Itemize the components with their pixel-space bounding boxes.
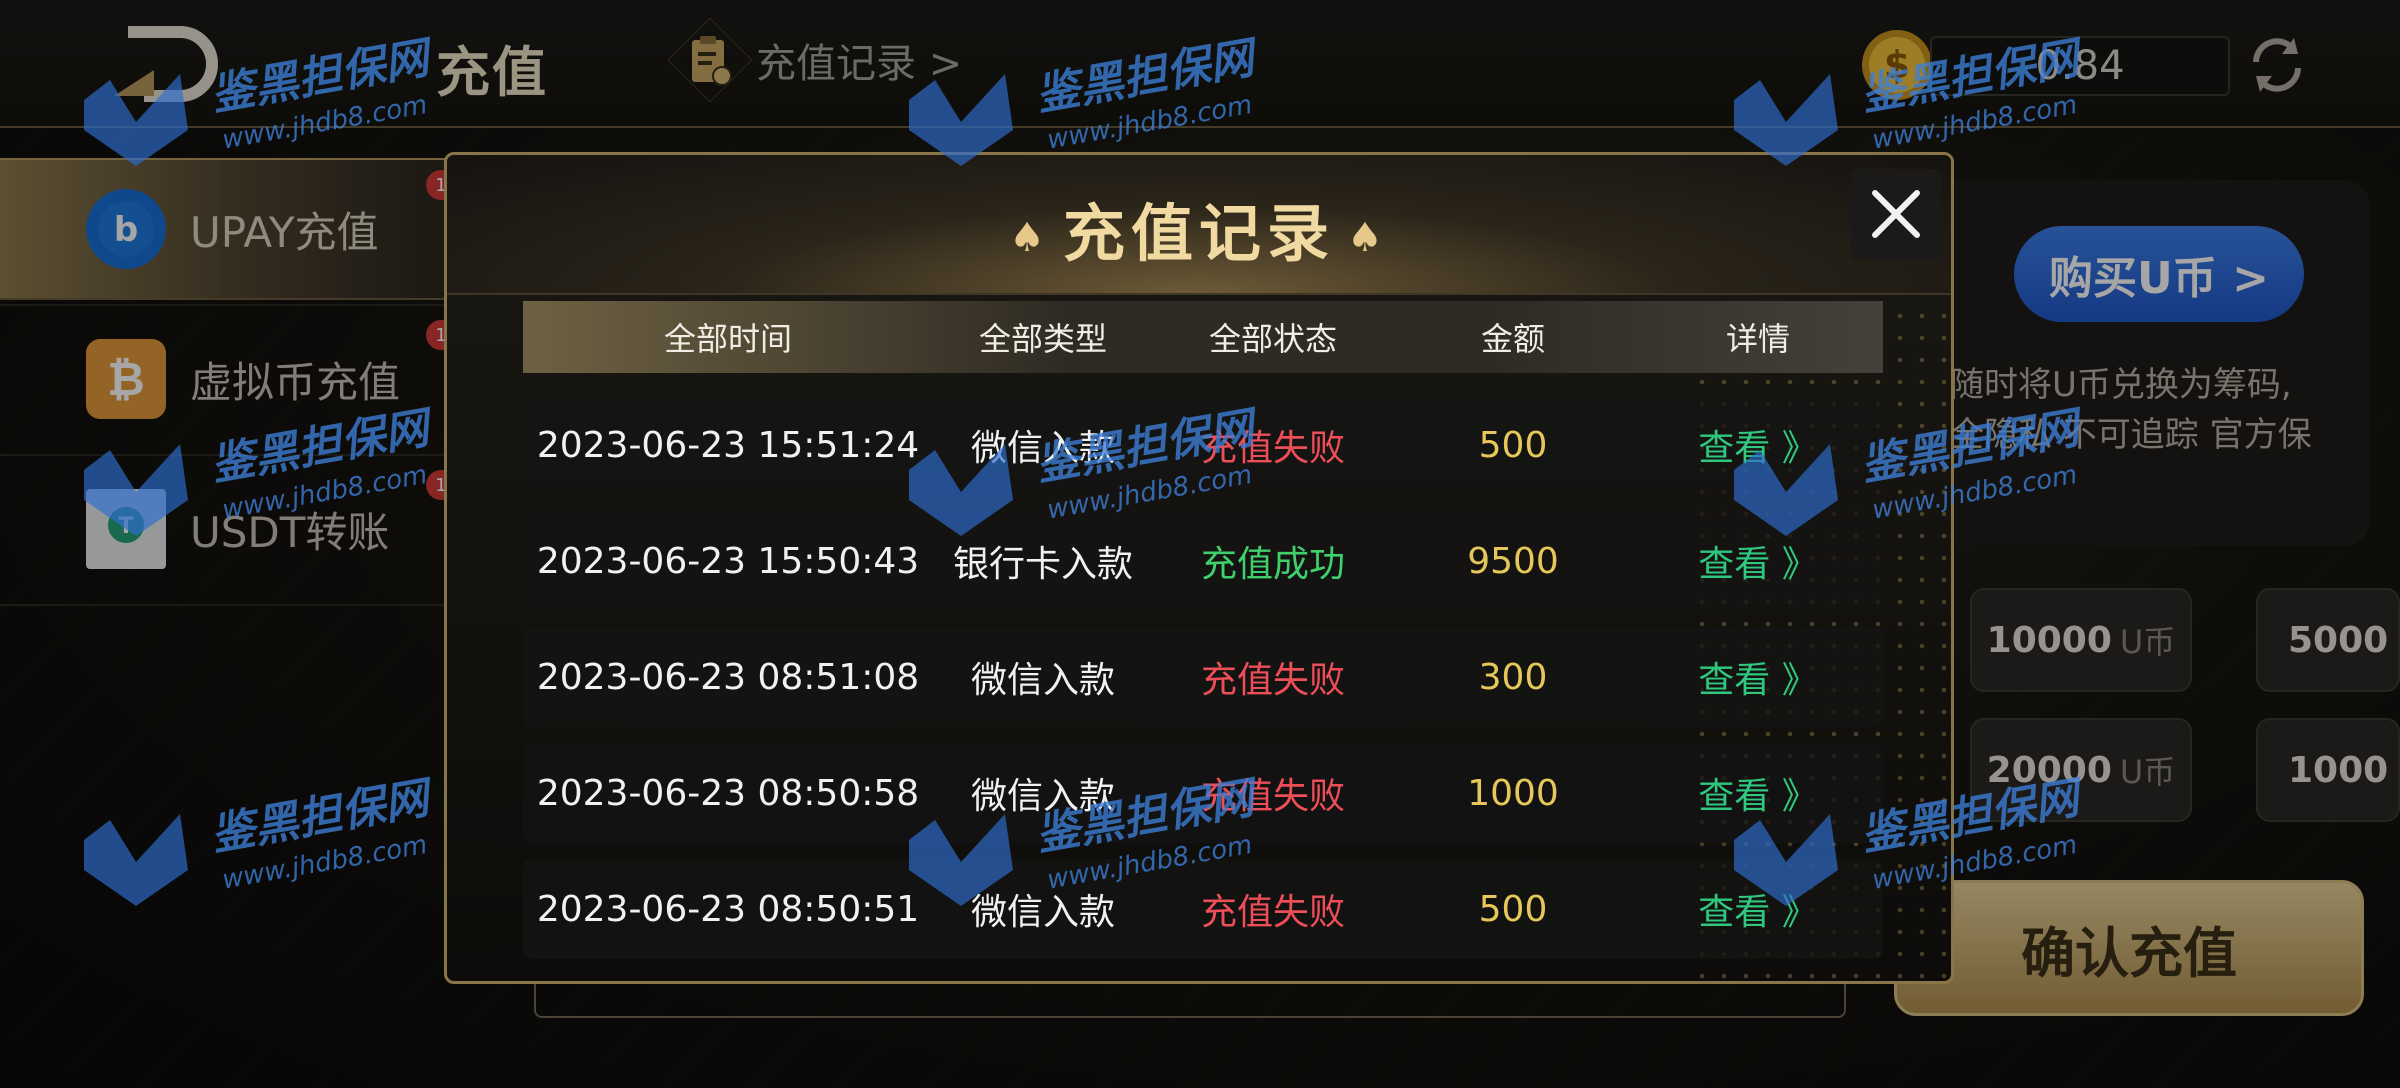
filter-status[interactable]: 全部状态 <box>1153 301 1393 373</box>
modal-title-text: 充值记录 <box>1062 197 1335 270</box>
view-detail-link[interactable]: 查看 》 <box>1633 743 1883 843</box>
view-detail-link[interactable]: 查看 》 <box>1633 859 1883 959</box>
record-time: 2023-06-23 08:50:58 <box>536 772 920 814</box>
modal-title: ♠ 充值记录 ♠ <box>447 183 1951 273</box>
record-status: 充值失败 <box>1200 428 1345 469</box>
view-detail-link[interactable]: 查看 》 <box>1633 627 1883 727</box>
column-detail: 详情 <box>1725 320 1790 358</box>
spade-icon: ♠ <box>1347 214 1389 261</box>
view-detail-link[interactable]: 查看 》 <box>1633 511 1883 611</box>
record-status: 充值成功 <box>1200 544 1345 585</box>
table-header: 全部时间 全部类型 全部状态 金额 详情 <box>523 301 1883 373</box>
recharge-record-modal: ♠ 充值记录 ♠ 全部时间 全部类型 全部状态 金额 详情 2023-06-23 1… <box>444 152 1954 984</box>
record-type: 微信入款 <box>970 428 1115 469</box>
record-status: 充值失败 <box>1200 660 1345 701</box>
table-row: 2023-06-23 08:50:58 微信入款 充值失败 1000 查看 》 <box>523 743 1883 843</box>
record-time: 2023-06-23 15:51:24 <box>536 424 920 466</box>
record-type: 微信入款 <box>970 660 1115 701</box>
table-row: 2023-06-23 15:50:43 银行卡入款 充值成功 9500 查看 》 <box>523 511 1883 611</box>
modal-header: ♠ 充值记录 ♠ <box>447 155 1951 295</box>
view-detail-link[interactable]: 查看 》 <box>1633 395 1883 495</box>
close-icon <box>1872 190 1920 238</box>
record-time: 2023-06-23 15:50:43 <box>536 540 920 582</box>
table-row: 2023-06-23 15:51:24 微信入款 充值失败 500 查看 》 <box>523 395 1883 495</box>
record-time: 2023-06-23 08:50:51 <box>536 888 920 930</box>
record-time: 2023-06-23 08:51:08 <box>536 656 920 698</box>
table-row: 2023-06-23 08:50:51 微信入款 充值失败 500 查看 》 <box>523 859 1883 959</box>
filter-type[interactable]: 全部类型 <box>933 301 1153 373</box>
column-amount: 金额 <box>1480 320 1545 358</box>
record-type: 银行卡入款 <box>952 544 1133 585</box>
record-amount: 500 <box>1478 424 1548 466</box>
record-amount: 1000 <box>1467 772 1559 814</box>
record-status: 充值失败 <box>1200 776 1345 817</box>
filter-time[interactable]: 全部时间 <box>523 301 933 373</box>
record-type: 微信入款 <box>970 892 1115 933</box>
record-status: 充值失败 <box>1200 892 1345 933</box>
table-row: 2023-06-23 08:51:08 微信入款 充值失败 300 查看 》 <box>523 627 1883 727</box>
record-amount: 9500 <box>1467 540 1559 582</box>
spade-icon: ♠ <box>1009 214 1051 261</box>
record-type: 微信入款 <box>970 776 1115 817</box>
modal-base-strip <box>534 984 1846 1018</box>
record-amount: 300 <box>1478 656 1548 698</box>
close-button[interactable] <box>1851 169 1941 259</box>
record-amount: 500 <box>1478 888 1548 930</box>
